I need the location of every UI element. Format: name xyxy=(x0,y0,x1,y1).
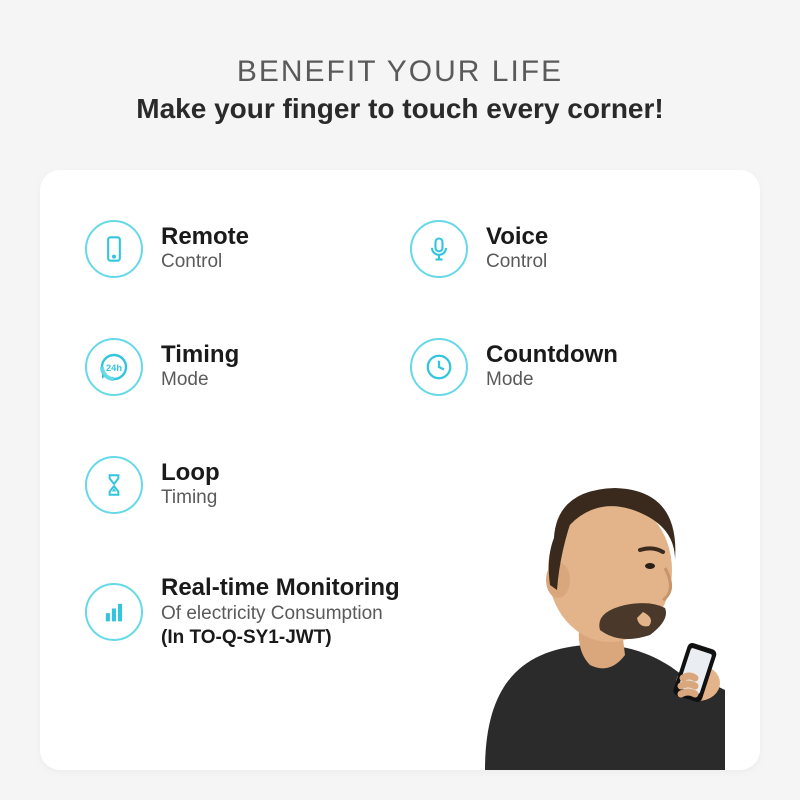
feature-title: Timing xyxy=(161,341,239,369)
feature-subtitle: Mode xyxy=(486,368,618,393)
page-title: BENEFIT YOUR LIFE xyxy=(40,55,760,89)
feature-subtitle: Control xyxy=(161,250,249,275)
page-subtitle: Make your finger to touch every corner! xyxy=(40,93,760,125)
feature-remote: Remote Control xyxy=(85,220,390,278)
feature-note: (In TO-Q-SY1-JWT) xyxy=(161,626,400,651)
hourglass-icon xyxy=(85,456,143,514)
feature-title: Voice xyxy=(486,223,548,251)
feature-title: Countdown xyxy=(486,341,618,369)
feature-text: Real-time Monitoring Of electricity Cons… xyxy=(161,574,400,651)
feature-text: Timing Mode xyxy=(161,341,239,393)
feature-subtitle: Of electricity Consumption xyxy=(161,602,400,627)
feature-text: Remote Control xyxy=(161,223,249,275)
svg-text:24h: 24h xyxy=(106,363,122,373)
clock-icon xyxy=(410,338,468,396)
feature-title: Loop xyxy=(161,459,220,487)
feature-subtitle: Timing xyxy=(161,486,220,511)
mic-icon xyxy=(410,220,468,278)
feature-timing: 24h Timing Mode xyxy=(85,338,390,396)
header: BENEFIT YOUR LIFE Make your finger to to… xyxy=(0,0,800,150)
feature-text: Loop Timing xyxy=(161,459,220,511)
bar-chart-icon xyxy=(85,583,143,641)
feature-text: Voice Control xyxy=(486,223,548,275)
feature-countdown: Countdown Mode xyxy=(410,338,715,396)
feature-title: Real-time Monitoring xyxy=(161,574,400,602)
feature-title: Remote xyxy=(161,223,249,251)
feature-monitoring: Real-time Monitoring Of electricity Cons… xyxy=(85,574,715,651)
phone-icon xyxy=(85,220,143,278)
clock-24h-icon: 24h xyxy=(85,338,143,396)
feature-text: Countdown Mode xyxy=(486,341,618,393)
feature-subtitle: Control xyxy=(486,250,548,275)
features-card: Remote Control Voice Control 24h Timing … xyxy=(40,170,760,770)
feature-voice: Voice Control xyxy=(410,220,715,278)
feature-loop: Loop Timing xyxy=(85,456,390,514)
features-grid: Remote Control Voice Control 24h Timing … xyxy=(85,220,715,651)
feature-subtitle: Mode xyxy=(161,368,239,393)
